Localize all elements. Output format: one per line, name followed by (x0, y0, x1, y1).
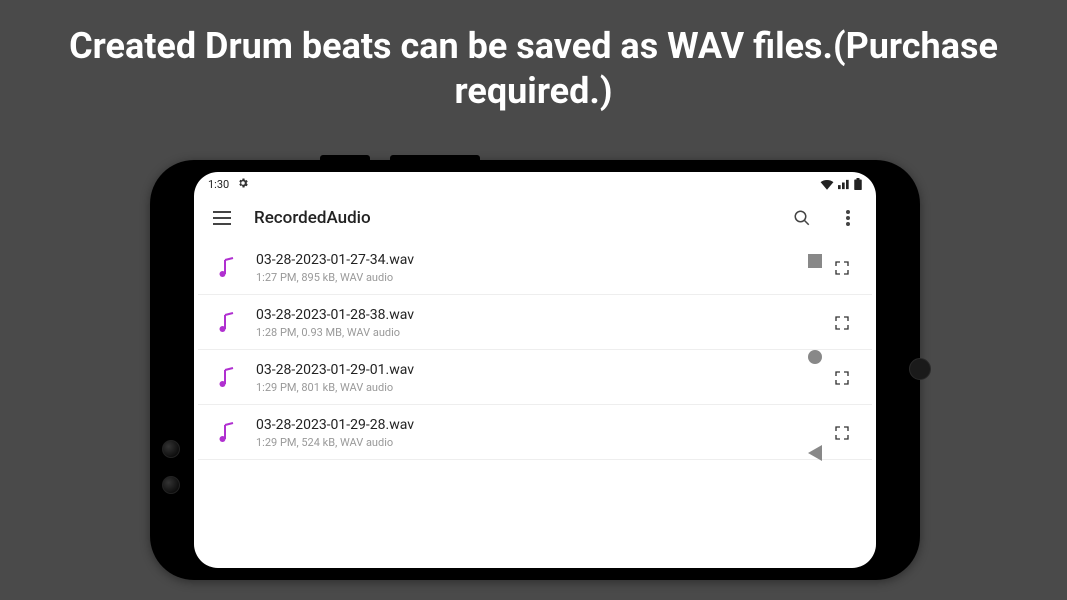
app-bar: RecordedAudio (194, 196, 876, 240)
file-meta: 1:27 PM, 895 kB, WAV audio (256, 271, 812, 284)
gear-icon (237, 177, 249, 192)
list-item[interactable]: 03-28-2023-01-29-28.wav 1:29 PM, 524 kB,… (198, 405, 872, 460)
file-name: 03-28-2023-01-29-28.wav (256, 417, 812, 433)
fullscreen-icon[interactable] (830, 311, 854, 335)
file-name: 03-28-2023-01-27-34.wav (256, 252, 812, 268)
menu-icon[interactable] (208, 204, 236, 232)
status-bar: 1:30 (194, 172, 876, 196)
play-back-button[interactable] (806, 444, 824, 462)
music-note-icon (216, 309, 238, 337)
cellular-icon (838, 179, 850, 190)
list-item[interactable]: 03-28-2023-01-29-01.wav 1:29 PM, 801 kB,… (198, 350, 872, 405)
fullscreen-icon[interactable] (830, 366, 854, 390)
file-meta: 1:29 PM, 801 kB, WAV audio (256, 381, 812, 394)
stop-button[interactable] (806, 252, 824, 270)
file-name: 03-28-2023-01-28-38.wav (256, 307, 812, 323)
battery-icon (854, 178, 862, 190)
music-note-icon (216, 254, 238, 282)
fullscreen-icon[interactable] (830, 421, 854, 445)
status-time: 1:30 (208, 178, 229, 191)
file-name: 03-28-2023-01-29-01.wav (256, 362, 812, 378)
file-list: 03-28-2023-01-27-34.wav 1:27 PM, 895 kB,… (194, 240, 876, 568)
promo-caption: Created Drum beats can be saved as WAV f… (0, 0, 1067, 124)
search-icon[interactable] (788, 204, 816, 232)
phone-frame: 1:30 (150, 160, 920, 580)
more-icon[interactable] (834, 204, 862, 232)
wifi-icon (820, 179, 834, 190)
list-item[interactable]: 03-28-2023-01-27-34.wav 1:27 PM, 895 kB,… (198, 240, 872, 295)
file-meta: 1:29 PM, 524 kB, WAV audio (256, 436, 812, 449)
music-note-icon (216, 364, 238, 392)
phone-camera-decoration (162, 476, 180, 494)
music-note-icon (216, 419, 238, 447)
phone-mockup: 1:30 (150, 160, 920, 580)
file-meta: 1:28 PM, 0.93 MB, WAV audio (256, 326, 812, 339)
phone-speaker-decoration (909, 358, 931, 380)
record-button[interactable] (806, 348, 824, 366)
media-controls (806, 252, 824, 462)
phone-camera-decoration (162, 440, 180, 458)
app-title: RecordedAudio (254, 208, 371, 228)
fullscreen-icon[interactable] (830, 256, 854, 280)
phone-screen: 1:30 (194, 172, 876, 568)
list-item[interactable]: 03-28-2023-01-28-38.wav 1:28 PM, 0.93 MB… (198, 295, 872, 350)
